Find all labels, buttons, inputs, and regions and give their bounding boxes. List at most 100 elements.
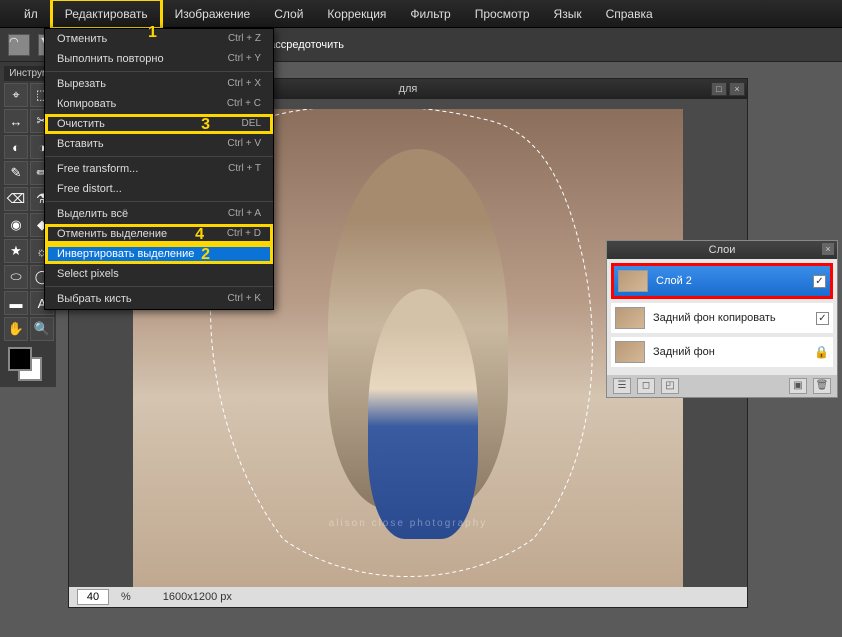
menu-item-вырезать[interactable]: Вырезать Ctrl + X bbox=[45, 74, 273, 94]
menu-item-выделить-вс-[interactable]: Выделить всё Ctrl + A bbox=[45, 204, 273, 224]
tool-button-12[interactable]: ★ bbox=[4, 239, 28, 263]
canvas-maximize-button[interactable]: □ bbox=[711, 82, 727, 96]
menu-separator bbox=[45, 71, 273, 72]
image-watermark: alison close photography bbox=[329, 518, 488, 529]
layer-visibility-checkbox[interactable]: ✓ bbox=[813, 275, 826, 288]
menu-item-label: Free distort... bbox=[57, 183, 122, 195]
annotation-4: 4 bbox=[195, 226, 204, 243]
menu-item-select-pixels[interactable]: Select pixels bbox=[45, 264, 273, 284]
menu-item-shortcut: Ctrl + Y bbox=[228, 53, 261, 65]
menu-separator bbox=[45, 156, 273, 157]
menu-item-free-transform-[interactable]: Free transform... Ctrl + T bbox=[45, 159, 273, 179]
menu-item-shortcut: DEL bbox=[242, 118, 261, 130]
menu-item-shortcut: Ctrl + T bbox=[228, 163, 261, 175]
menu-item-выбрать-кисть[interactable]: Выбрать кисть Ctrl + K bbox=[45, 289, 273, 309]
menu-item-label: Очистить bbox=[57, 118, 105, 130]
layer-row[interactable]: Задний фон копировать ✓ bbox=[611, 303, 833, 333]
layer-mask-button[interactable]: ◻ bbox=[637, 378, 655, 394]
menu-item-отменить[interactable]: Отменить Ctrl + Z bbox=[45, 29, 273, 49]
canvas-close-button[interactable]: × bbox=[729, 82, 745, 96]
layer-thumbnail bbox=[618, 270, 648, 292]
status-bar: % 1600x1200 px bbox=[69, 587, 747, 607]
foreground-color[interactable] bbox=[8, 347, 32, 371]
tool-button-8[interactable]: ⌫ bbox=[4, 187, 28, 211]
layer-row[interactable]: Задний фон 🔒 bbox=[611, 337, 833, 367]
canvas-title: для bbox=[399, 83, 418, 95]
menu-item-копировать[interactable]: Копировать Ctrl + C bbox=[45, 94, 273, 114]
menu-item-label: Выбрать кисть bbox=[57, 293, 132, 305]
menu-item-вставить[interactable]: Вставить Ctrl + V bbox=[45, 134, 273, 154]
menu-item-shortcut: Ctrl + V bbox=[227, 138, 261, 150]
layers-panel: Слои × Слой 2✓Задний фон копировать✓Задн… bbox=[606, 240, 838, 398]
menu-item-shortcut: Ctrl + X bbox=[227, 78, 261, 90]
menu-edit[interactable]: Редактировать bbox=[50, 0, 163, 30]
tool-button-4[interactable]: ◐ bbox=[4, 135, 28, 159]
tool-button-19[interactable]: 🔍 bbox=[30, 317, 54, 341]
menu-item-label: Инвертировать выделение bbox=[57, 248, 194, 260]
menu-language[interactable]: Язык bbox=[542, 1, 594, 27]
menu-item-label: Отменить bbox=[57, 33, 107, 45]
layer-thumbnail bbox=[615, 307, 645, 329]
menu-separator bbox=[45, 286, 273, 287]
menu-filter[interactable]: Фильтр bbox=[398, 1, 462, 27]
layers-toolbar: ☰ ◻ ◰ ▣ 🗑 bbox=[607, 375, 837, 397]
menu-item-shortcut: Ctrl + K bbox=[227, 293, 261, 305]
layers-panel-title[interactable]: Слои × bbox=[607, 241, 837, 259]
tool-button-14[interactable]: ⬭ bbox=[4, 265, 28, 289]
menu-layer[interactable]: Слой bbox=[262, 1, 315, 27]
menu-image[interactable]: Изображение bbox=[163, 1, 263, 27]
delete-layer-button[interactable]: 🗑 bbox=[813, 378, 831, 394]
layer-name: Задний фон копировать bbox=[653, 312, 776, 324]
menu-item-shortcut: Ctrl + D bbox=[227, 228, 261, 240]
tool-button-10[interactable]: ◉ bbox=[4, 213, 28, 237]
layers-close-button[interactable]: × bbox=[822, 243, 834, 255]
tool-button-16[interactable]: ▬ bbox=[4, 291, 28, 315]
menu-item-free-distort-[interactable]: Free distort... bbox=[45, 179, 273, 199]
lasso-tool-icon[interactable]: ◠ bbox=[8, 34, 30, 56]
menu-item-shortcut: Ctrl + Z bbox=[228, 33, 261, 45]
menu-correction[interactable]: Коррекция bbox=[315, 1, 398, 27]
layer-row[interactable]: Слой 2 ✓ bbox=[611, 263, 833, 299]
edit-dropdown-menu: Отменить Ctrl + Z Выполнить повторно Ctrl +… bbox=[44, 28, 274, 310]
annotation-3: 3 bbox=[201, 116, 210, 133]
menu-item-shortcut: Ctrl + C bbox=[227, 98, 261, 110]
tool-button-0[interactable]: ⌖ bbox=[4, 83, 28, 107]
menu-help[interactable]: Справка bbox=[594, 1, 665, 27]
menu-item-label: Выполнить повторно bbox=[57, 53, 164, 65]
tool-button-2[interactable]: ↔ bbox=[4, 109, 28, 133]
menu-file[interactable]: йл bbox=[12, 1, 50, 27]
menu-item-label: Select pixels bbox=[57, 268, 119, 280]
menu-item-label: Вставить bbox=[57, 138, 104, 150]
lock-icon: 🔒 bbox=[814, 345, 829, 359]
layer-name: Слой 2 bbox=[656, 275, 692, 287]
new-layer-button[interactable]: ▣ bbox=[789, 378, 807, 394]
color-swatches[interactable] bbox=[4, 347, 54, 383]
menu-item-label: Выделить всё bbox=[57, 208, 128, 220]
menu-item-label: Вырезать bbox=[57, 78, 106, 90]
menu-item-label: Free transform... bbox=[57, 163, 138, 175]
menu-item-label: Копировать bbox=[57, 98, 116, 110]
menu-item-инвертировать-выделение[interactable]: Инвертировать выделение 2 bbox=[45, 244, 273, 264]
menu-item-очистить[interactable]: Очистить DEL 3 bbox=[45, 114, 273, 134]
anti-alias-label: Рассредоточить bbox=[262, 39, 344, 51]
tool-button-6[interactable]: ✎ bbox=[4, 161, 28, 185]
annotation-1: 1 bbox=[148, 24, 157, 42]
layer-thumbnail bbox=[615, 341, 645, 363]
layer-name: Задний фон bbox=[653, 346, 715, 358]
menu-item-label: Отменить выделение bbox=[57, 228, 167, 240]
main-menubar: йл Редактировать Изображение Слой Коррек… bbox=[0, 0, 842, 28]
menu-item-выполнить-повторно[interactable]: Выполнить повторно Ctrl + Y bbox=[45, 49, 273, 69]
zoom-unit: % bbox=[121, 591, 131, 603]
layer-style-button[interactable]: ☰ bbox=[613, 378, 631, 394]
annotation-2: 2 bbox=[201, 246, 210, 263]
menu-view[interactable]: Просмотр bbox=[463, 1, 542, 27]
menu-separator bbox=[45, 201, 273, 202]
layer-visibility-checkbox[interactable]: ✓ bbox=[816, 312, 829, 325]
menu-item-shortcut: Ctrl + A bbox=[228, 208, 261, 220]
menu-item-отменить-выделение[interactable]: Отменить выделение Ctrl + D 4 bbox=[45, 224, 273, 244]
layers-list: Слой 2 ✓ Задний фон копировать ✓ Задний фон 🔒 bbox=[607, 259, 837, 375]
zoom-input[interactable] bbox=[77, 589, 109, 605]
tool-button-18[interactable]: ✋ bbox=[4, 317, 28, 341]
canvas-dimensions: 1600x1200 px bbox=[163, 591, 232, 603]
layer-settings-button[interactable]: ◰ bbox=[661, 378, 679, 394]
